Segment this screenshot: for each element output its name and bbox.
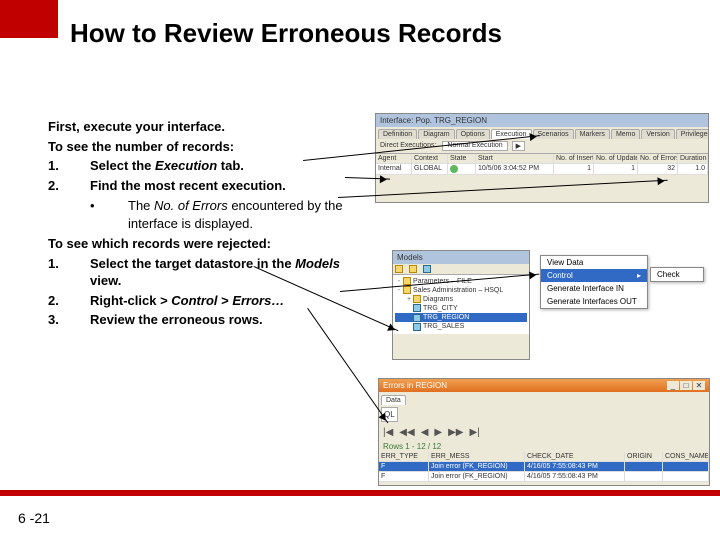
errors-grid-row-selected[interactable]: F Join error (FK_REGION) 4/16/05 7:55:08… xyxy=(379,462,709,472)
nav-prev-page[interactable]: ◀◀ xyxy=(399,427,414,438)
step-b: 2. Right-click > Control > Errors… xyxy=(48,292,358,310)
nav-prev[interactable]: ◀ xyxy=(421,427,429,438)
errors-nav: |◀ ◀◀ ◀ ▶ ▶▶ ▶| xyxy=(379,424,709,441)
models-title: Models xyxy=(393,251,529,264)
nav-first[interactable]: |◀ xyxy=(383,427,393,438)
chevron-right-icon: ▸ xyxy=(637,271,641,280)
tab-data[interactable]: Data xyxy=(381,395,406,405)
screenshot-execution: Interface: Pop. TRG_REGION Definition Di… xyxy=(375,113,709,203)
exec-tabs: Definition Diagram Options Execution Sce… xyxy=(376,127,708,139)
page-number: 6 -21 xyxy=(18,510,50,526)
intro-line-2: To see the number of records: xyxy=(48,138,358,156)
tree-item-trg-region[interactable]: TRG_REGION xyxy=(395,313,527,322)
table-icon xyxy=(413,304,421,312)
tab-diagram[interactable]: Diagram xyxy=(418,129,454,139)
exec-grid: Agent Context State Start No. of Inserts… xyxy=(376,154,708,175)
menu-gen-out[interactable]: Generate Interfaces OUT xyxy=(541,295,647,308)
errors-titlebar: Errors in REGION _□✕ xyxy=(379,379,709,392)
folder-icon[interactable] xyxy=(409,265,417,273)
exec-window-title: Interface: Pop. TRG_REGION xyxy=(376,114,708,127)
sub-bullet-errors: • The No. of Errors encountered by the i… xyxy=(90,197,358,232)
errors-grid-header: ERR_TYPE ERR_MESS CHECK_DATE ORIGIN CONS… xyxy=(379,452,709,462)
exec-grid-header: Agent Context State Start No. of Inserts… xyxy=(376,154,708,164)
close-icon[interactable]: ✕ xyxy=(693,381,705,390)
menu-view-data[interactable]: View Data xyxy=(541,256,647,269)
models-toolbar xyxy=(393,264,529,275)
intro-line-3: To see which records were rejected: xyxy=(48,235,358,253)
folder-icon xyxy=(413,295,421,303)
tab-markers[interactable]: Markers xyxy=(575,129,610,139)
errors-row-status: Rows 1 - 12 / 12 xyxy=(379,441,709,452)
table-icon xyxy=(413,314,421,322)
red-corner-block xyxy=(0,0,58,38)
slide-title: How to Review Erroneous Records xyxy=(70,18,502,49)
tab-version[interactable]: Version xyxy=(641,129,674,139)
tab-options[interactable]: Options xyxy=(456,129,490,139)
tree-item-sales-admin[interactable]: -Sales Administration – HSQL xyxy=(395,286,527,295)
table-icon xyxy=(413,323,421,331)
errors-grid: ERR_TYPE ERR_MESS CHECK_DATE ORIGIN CONS… xyxy=(379,452,709,482)
window-controls: _□✕ xyxy=(666,381,705,390)
context-submenu: Check xyxy=(650,267,704,282)
menu-gen-in[interactable]: Generate Interface IN xyxy=(541,282,647,295)
tree-item-trg-sales[interactable]: TRG_SALES xyxy=(395,322,527,331)
errors-grid-row[interactable]: F Join error (FK_REGION) 4/16/05 7:55:08… xyxy=(379,472,709,482)
nav-last[interactable]: ▶| xyxy=(469,427,479,438)
tab-memo[interactable]: Memo xyxy=(611,129,640,139)
step-a: 1. Select the target datastore in the Mo… xyxy=(48,255,358,290)
screenshot-errors: Errors in REGION _□✕ Data QL |◀ ◀◀ ◀ ▶ ▶… xyxy=(378,378,710,486)
folder-icon[interactable] xyxy=(395,265,403,273)
tree-item-diagrams[interactable]: +Diagrams xyxy=(395,295,527,304)
exec-run-button[interactable]: ▶ xyxy=(512,141,525,151)
tree-item-trg-city[interactable]: TRG_CITY xyxy=(395,304,527,313)
errors-title: Errors in REGION xyxy=(383,381,447,390)
step-2: 2. Find the most recent execution. xyxy=(48,177,358,195)
exec-grid-row[interactable]: Internal GLOBAL 10/5/06 3:04:52 PM 1 1 3… xyxy=(376,164,708,175)
context-menu: View Data Control▸ Generate Interface IN… xyxy=(540,255,648,309)
folder-icon xyxy=(403,286,411,294)
ok-icon xyxy=(450,165,458,173)
intro-line-1: First, execute your interface. xyxy=(48,118,358,136)
nav-next-page[interactable]: ▶▶ xyxy=(448,427,463,438)
screenshot-models: Models -Parameters – FILE -Sales Adminis… xyxy=(392,250,530,360)
nav-next[interactable]: ▶ xyxy=(434,427,442,438)
db-icon[interactable] xyxy=(423,265,431,273)
submenu-check[interactable]: Check xyxy=(651,268,703,281)
minimize-icon[interactable]: _ xyxy=(667,381,679,390)
tab-definition[interactable]: Definition xyxy=(378,129,417,139)
tab-privileges[interactable]: Privileges xyxy=(676,129,709,139)
menu-control[interactable]: Control▸ xyxy=(541,269,647,282)
body-text: First, execute your interface. To see th… xyxy=(48,118,358,331)
footer-red-bar xyxy=(0,490,720,496)
maximize-icon[interactable]: □ xyxy=(680,381,692,390)
errors-tabs: Data xyxy=(379,392,709,405)
